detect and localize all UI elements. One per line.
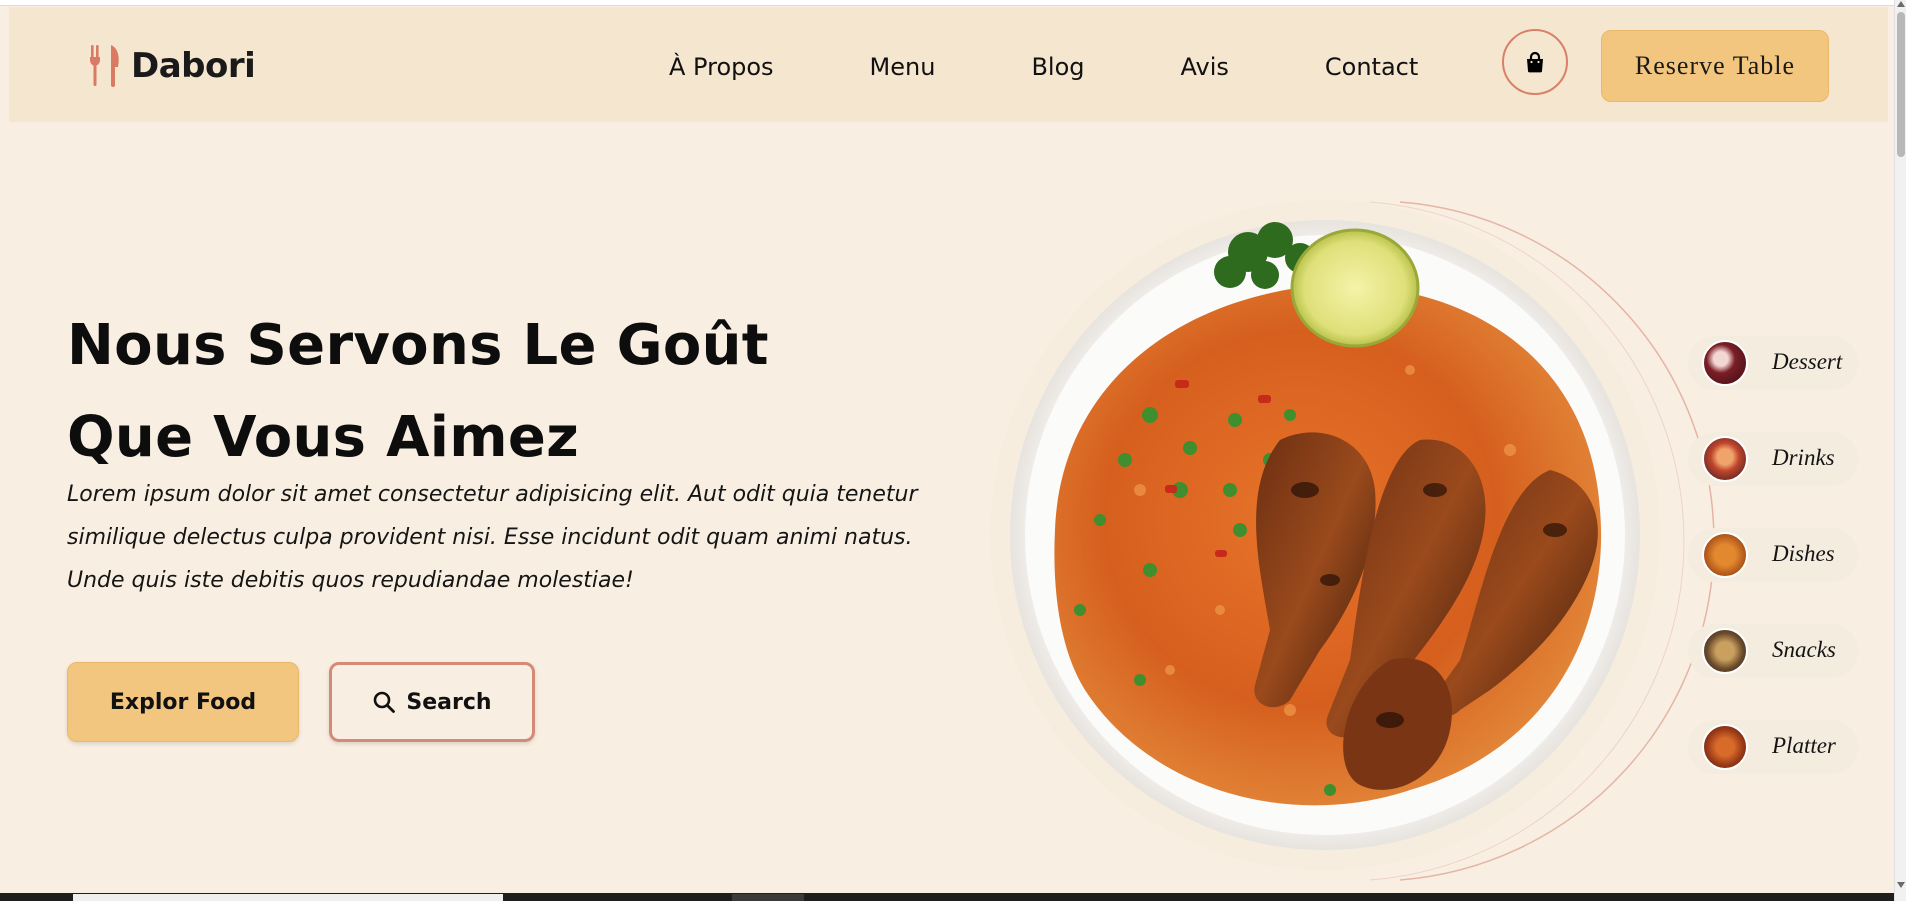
nav-link-contact[interactable]: Contact [1325,53,1418,81]
dessert-thumbnail [1702,340,1748,386]
brand-logo[interactable]: Dabori [89,45,256,87]
nav-link-a-propos[interactable]: À Propos [669,53,774,81]
dishes-thumbnail [1702,532,1748,578]
search-icon [374,691,396,713]
cart-button[interactable] [1502,29,1568,95]
category-snacks[interactable]: Snacks [1688,624,1858,678]
hero-title-line-2: Que Vous Aimez [67,405,580,470]
category-label: Platter [1772,733,1836,758]
reserve-table-button[interactable]: Reserve Table [1601,30,1829,102]
taskbar-segment [73,894,503,901]
browser-top-edge [0,0,1906,6]
scroll-up-arrow-icon[interactable] [1897,1,1905,7]
category-list: Dessert Drinks Dishes Snacks Platter [1688,336,1858,816]
category-label: Drinks [1772,445,1835,470]
category-platter[interactable]: Platter [1688,720,1858,774]
hero-title: Nous Servons Le Goût Que Vous Aimez [67,300,769,484]
explore-food-button[interactable]: Explor Food [67,662,299,742]
scroll-down-arrow-icon[interactable] [1897,882,1905,888]
snacks-thumbnail [1702,628,1748,674]
hero-food-image [990,200,1715,881]
vertical-scrollbar[interactable] [1894,0,1906,901]
nav-link-blog[interactable]: Blog [1031,53,1084,81]
utensils-icon [90,45,119,87]
shopping-bag-icon [1527,51,1543,73]
drinks-thumbnail [1702,436,1748,482]
search-button-label: Search [406,689,492,715]
platter-thumbnail [1702,724,1748,770]
category-dessert[interactable]: Dessert [1688,336,1858,390]
navbar: Dabori À Propos Menu Blog Avis Contact R… [9,7,1888,122]
nav-link-menu[interactable]: Menu [870,53,936,81]
category-label: Dishes [1772,541,1835,566]
nav-links: À Propos Menu Blog Avis Contact [669,53,1418,81]
hero-description: Lorem ipsum dolor sit amet consectetur a… [67,482,918,593]
category-dishes[interactable]: Dishes [1688,528,1858,582]
scrollbar-thumb[interactable] [1897,12,1905,157]
taskbar-segment [732,894,804,901]
brand-name: Dabori [131,46,256,86]
nav-link-avis[interactable]: Avis [1181,53,1229,81]
category-drinks[interactable]: Drinks [1688,432,1858,486]
search-button[interactable]: Search [329,662,535,742]
category-label: Dessert [1772,349,1843,374]
category-label: Snacks [1772,637,1836,662]
hero-title-line-1: Nous Servons Le Goût [67,313,769,378]
